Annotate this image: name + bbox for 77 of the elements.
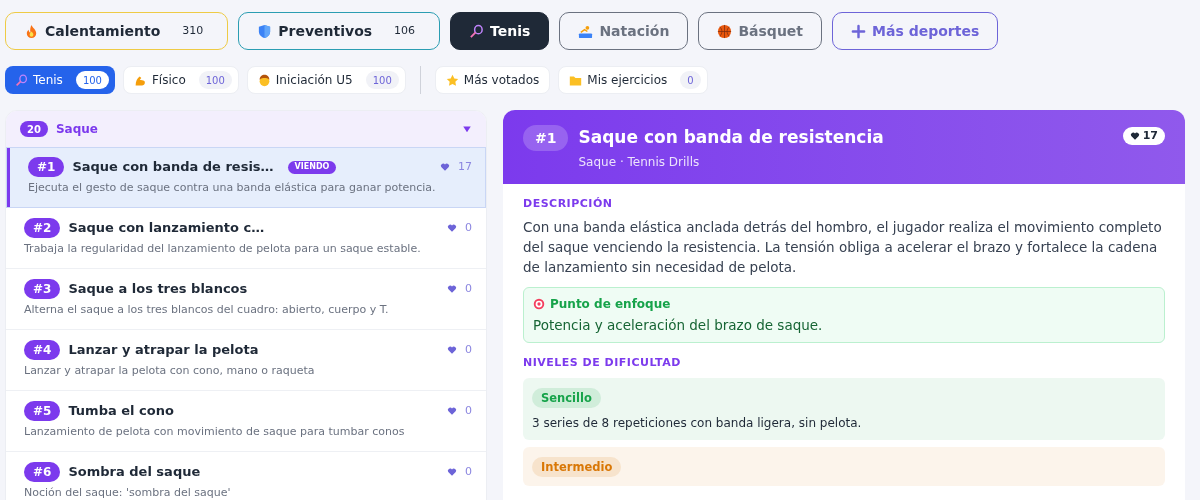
level-label: Intermedio — [532, 457, 622, 478]
shield-icon — [257, 23, 273, 39]
like-count: 0 — [465, 280, 472, 297]
heart-icon — [447, 284, 457, 294]
exercise-title: Sombra del saque — [68, 463, 201, 482]
sport-tab[interactable]: Calentamiento 310 — [5, 12, 229, 50]
level-label: Sencillo — [532, 388, 601, 409]
exercise-description: Lanzamiento de pelota con movimiento de saque para tumbar conos — [24, 424, 406, 440]
detail-subtitle: Saque · Tennis Drills — [578, 153, 701, 171]
group-header[interactable]: 20 Saque — [6, 111, 486, 147]
heart-icon — [447, 406, 457, 416]
level-text: 3 series de 8 repeticiones con banda ligera, sin pelota. — [532, 415, 863, 433]
exercise-description: Lanzar y atrapar la pelota con cono, mano o raqueta — [24, 363, 316, 379]
exercise-row[interactable]: #1 Saque con banda de resis… VIENDO 17 Ejecuta el gesto de saque contra una banda elástica para ganar potencia. — [6, 147, 486, 208]
number-badge: #5 — [24, 401, 61, 421]
basketball-icon — [717, 23, 733, 39]
number-badge: #4 — [24, 340, 61, 360]
sport-tab[interactable]: Natación — [559, 12, 689, 50]
focus-text: Potencia y aceleración del brazo de saque. — [533, 315, 824, 335]
racket-icon — [469, 23, 485, 39]
detail-title: Saque con banda de resistencia — [578, 126, 885, 149]
swimmer-icon — [578, 23, 594, 39]
sport-tab[interactable]: Tenis — [450, 12, 550, 50]
number-badge: #1 — [523, 125, 569, 151]
count-badge: 100 — [365, 71, 399, 89]
number-badge: #1 — [28, 157, 65, 177]
status-badge: VIENDO — [287, 160, 337, 174]
filter-chip[interactable]: Más votados — [434, 66, 551, 94]
sport-tab[interactable]: Preventivos 106 — [238, 12, 441, 50]
racket-icon — [15, 73, 28, 87]
flame-icon — [24, 23, 39, 39]
sport-tab[interactable]: Más deportes — [832, 12, 999, 50]
count-label: 106 — [393, 22, 417, 39]
like-count: 0 — [465, 463, 472, 480]
plus-icon — [851, 23, 867, 39]
number-badge: #2 — [24, 218, 61, 238]
heart-icon — [1129, 131, 1140, 141]
description-text: Con una banda elástica anclada detrás del hombro, el jugador realiza el movimiento completo del saque venciendo la resistencia. La tensión obliga a acelerar el brazo y fortalece la cadena de lanzamiento sin necesidad de pelota. — [523, 217, 1163, 277]
like-count: 0 — [465, 402, 472, 419]
section-heading: NIVELES DE DIFICULTAD — [523, 354, 682, 371]
filter-chip[interactable]: Físico 100 — [122, 66, 239, 94]
heart-icon — [447, 345, 457, 355]
count-badge: 20 — [20, 121, 48, 137]
heart-icon — [447, 223, 457, 233]
filter-chip[interactable]: Mis ejercicios 0 — [558, 66, 708, 94]
exercise-description: Alterna el saque a los tres blancos del cuadro: abierto, cuerpo y T. — [24, 302, 390, 318]
like-count: 0 — [465, 341, 472, 358]
like-count: 17 — [1122, 127, 1165, 145]
exercise-title: Saque con lanzamiento c… — [68, 219, 265, 238]
section-heading: DESCRIPCIÓN — [523, 196, 614, 212]
exercise-description: Noción del saque: 'sombra del saque' — [24, 485, 232, 500]
exercise-title: Saque a los tres blancos — [68, 280, 248, 299]
caret-icon — [462, 124, 472, 134]
target-icon — [533, 297, 545, 310]
count-label: 310 — [181, 22, 205, 39]
heart-icon — [440, 162, 450, 172]
star-icon — [445, 73, 459, 87]
like-count: 17 — [458, 158, 472, 175]
exercise-title: Tumba el cono — [68, 402, 174, 421]
number-badge: #6 — [24, 462, 61, 482]
exercise-title: Saque con banda de resis… — [72, 158, 274, 177]
like-count: 0 — [465, 219, 472, 236]
heart-icon — [447, 467, 457, 477]
filter-chip[interactable]: Tenis 100 — [5, 66, 115, 94]
filter-chip[interactable]: Iniciación U5 100 — [246, 66, 406, 94]
number-badge: #3 — [24, 279, 61, 299]
focus-title: Punto de enfoque — [550, 295, 671, 313]
face-icon — [257, 73, 271, 87]
exercise-description: Trabaja la regularidad del lanzamiento de pelota para un saque estable. — [24, 241, 422, 257]
count-badge: 100 — [198, 71, 232, 89]
count-badge: 100 — [75, 71, 109, 89]
exercise-title: Lanzar y atrapar la pelota — [68, 341, 259, 360]
exercise-description: Ejecuta el gesto de saque contra una banda elástica para ganar potencia. — [28, 180, 437, 196]
folder-icon — [569, 73, 583, 87]
group-title: Saque — [55, 121, 99, 138]
sport-tab[interactable]: Básquet — [698, 12, 823, 50]
count-badge: 0 — [680, 71, 701, 89]
